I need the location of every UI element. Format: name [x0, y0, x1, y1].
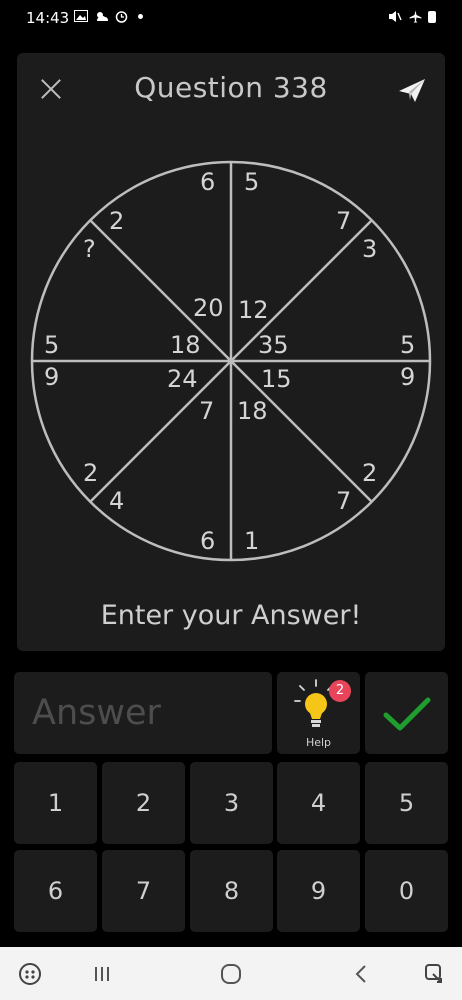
- outer-number: 2: [109, 207, 124, 235]
- outer-number: 6: [200, 168, 215, 196]
- screenshot-button[interactable]: [405, 947, 462, 1000]
- inner-number: 20: [193, 294, 224, 322]
- outer-number: 2: [83, 459, 98, 487]
- outer-number: 7: [336, 487, 351, 515]
- inner-number: 18: [170, 331, 201, 359]
- keypad-key-5[interactable]: 5: [365, 762, 448, 844]
- answer-input[interactable]: [14, 672, 272, 754]
- notification-dot: [138, 14, 143, 19]
- outer-number: 4: [109, 487, 124, 515]
- status-left-icons: [74, 10, 143, 23]
- outer-number: 3: [362, 235, 377, 263]
- keypad-key-9[interactable]: 9: [277, 850, 360, 932]
- outer-number: 5: [400, 331, 415, 359]
- keypad-key-4[interactable]: 4: [277, 762, 360, 844]
- question-title: Question 338: [134, 71, 328, 104]
- home-icon: [221, 963, 241, 984]
- weather-icon: [94, 10, 108, 23]
- answer-prompt: Enter your Answer!: [100, 600, 362, 631]
- recent-apps-icon: [95, 966, 109, 981]
- lightbulb-icon: [294, 679, 333, 727]
- outer-number: ?: [83, 235, 96, 263]
- inner-number: 12: [238, 296, 269, 324]
- recent-apps-button[interactable]: [72, 947, 132, 1000]
- question-card: Question 338 6 5 7 3 2 ? 5 9 5 9 2 7 2 4…: [17, 53, 445, 651]
- keypad-key-0[interactable]: 0: [365, 850, 448, 932]
- inner-number: 24: [167, 365, 198, 393]
- back-icon: [355, 964, 366, 983]
- submit-answer-button[interactable]: [365, 672, 448, 754]
- outer-number: 9: [400, 363, 415, 391]
- home-button[interactable]: [201, 947, 261, 1000]
- keypad-key-1[interactable]: 1: [14, 762, 97, 844]
- puzzle-circle: 6 5 7 3 2 ? 5 9 5 9 2 7 2 4 6 1 20 12 18…: [17, 151, 445, 571]
- help-button[interactable]: 2 Help: [277, 672, 360, 754]
- inner-number: 7: [199, 397, 214, 425]
- outer-number: 1: [244, 527, 259, 555]
- status-right-icons: [388, 10, 436, 23]
- keypad-key-7[interactable]: 7: [102, 850, 185, 932]
- share-button[interactable]: [395, 75, 429, 105]
- status-time: 14:43: [26, 9, 70, 27]
- keypad-key-3[interactable]: 3: [190, 762, 273, 844]
- help-count-badge: 2: [329, 680, 351, 702]
- keypad-key-8[interactable]: 8: [190, 850, 273, 932]
- outer-number: 2: [362, 459, 377, 487]
- airplane-mode-icon: [408, 10, 422, 23]
- puzzle-diagram: 6 5 7 3 2 ? 5 9 5 9 2 7 2 4 6 1 20 12 18…: [30, 160, 432, 562]
- inner-number: 35: [258, 331, 289, 359]
- outer-number: 9: [44, 363, 59, 391]
- mute-icon: [388, 10, 402, 23]
- answer-field-container: [14, 672, 272, 754]
- paper-plane-icon: [399, 79, 425, 102]
- outer-number: 5: [244, 168, 259, 196]
- image-icon: [74, 10, 88, 23]
- checkmark-icon: [383, 697, 431, 731]
- inner-number: 18: [237, 397, 268, 425]
- inner-number: 15: [261, 365, 292, 393]
- help-label: Help: [305, 736, 332, 749]
- keypad-key-2[interactable]: 2: [102, 762, 185, 844]
- status-bar: 14:43: [0, 0, 462, 36]
- outer-number: 7: [336, 207, 351, 235]
- keypad-key-6[interactable]: 6: [14, 850, 97, 932]
- game-launcher-button[interactable]: [0, 947, 60, 1000]
- outer-number: 5: [44, 331, 59, 359]
- back-button[interactable]: [331, 947, 391, 1000]
- screenshot-icon: [425, 963, 442, 983]
- game-launcher-icon: [19, 962, 41, 985]
- system-navigation-bar: [0, 947, 462, 1000]
- outer-number: 6: [200, 527, 215, 555]
- battery-icon: [428, 10, 436, 23]
- alarm-icon: [114, 10, 128, 23]
